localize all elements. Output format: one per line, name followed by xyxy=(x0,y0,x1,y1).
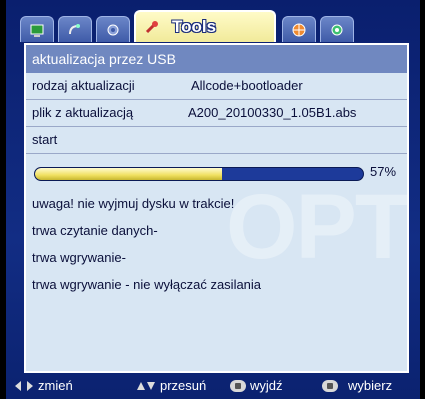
panel-title: aktualizacja przez USB xyxy=(26,45,407,73)
tab-tools-label: Tools xyxy=(172,17,217,36)
up-down-arrows-icon xyxy=(137,381,155,390)
row-update-file[interactable]: plik z aktualizacją A200_20100330_1.05B1… xyxy=(26,100,407,127)
row-value: Allcode+bootloader xyxy=(191,78,303,93)
row-label: start xyxy=(32,132,58,147)
row-start[interactable]: start xyxy=(26,127,407,154)
tools-icon xyxy=(145,21,158,34)
footer-label: wybierz xyxy=(348,378,393,393)
message-line: uwaga! nie wyjmuj dysku w trakcie! xyxy=(32,196,235,211)
progress-bar xyxy=(34,167,364,181)
row-label: plik z aktualizacją xyxy=(32,105,134,120)
tab-installation[interactable] xyxy=(96,16,130,42)
row-update-type[interactable]: rodzaj aktualizacji Allcode+bootloader xyxy=(26,73,407,100)
satellite-dish-icon xyxy=(69,23,80,34)
row-value: A200_20100330_1.05B1.abs xyxy=(188,105,357,120)
footer-select: wybierz xyxy=(322,378,392,393)
tab-settings[interactable] xyxy=(320,16,354,42)
footer-help: zmień przesuń wyjdź wybierz xyxy=(14,376,424,398)
message-line: trwa wgrywanie- xyxy=(32,250,126,265)
ok-button-icon xyxy=(322,379,338,392)
progress-row: 57% xyxy=(26,154,407,190)
tv-icon xyxy=(30,24,44,37)
tab-language[interactable] xyxy=(282,16,316,42)
globe-icon xyxy=(292,23,306,36)
tab-satellite[interactable] xyxy=(58,16,92,42)
left-right-arrows-icon xyxy=(15,380,33,391)
footer-label: wyjdź xyxy=(250,378,283,393)
screen: Tools OPTICUM aktualizacja przez USB rod… xyxy=(6,0,420,399)
exit-button-icon xyxy=(230,379,246,392)
message-line: trwa czytanie danych- xyxy=(32,223,158,238)
progress-percent: 57% xyxy=(370,164,397,179)
progress-fill xyxy=(35,168,222,180)
message-line: trwa wgrywanie - nie wyłączać zasilania xyxy=(32,277,262,292)
footer-move: przesuń xyxy=(136,378,206,393)
tab-bar: Tools xyxy=(20,10,398,42)
wrench-gear-icon xyxy=(107,24,119,35)
row-label: rodzaj aktualizacji xyxy=(32,78,135,93)
footer-label: zmień xyxy=(38,378,73,393)
update-panel: OPTICUM aktualizacja przez USB rodzaj ak… xyxy=(24,43,409,373)
settings-icon xyxy=(331,24,343,35)
footer-change: zmień xyxy=(14,378,73,393)
footer-exit: wyjdź xyxy=(230,378,283,393)
tab-tools[interactable]: Tools xyxy=(134,10,276,42)
footer-label: przesuń xyxy=(160,378,207,393)
tab-tv[interactable] xyxy=(20,16,54,42)
